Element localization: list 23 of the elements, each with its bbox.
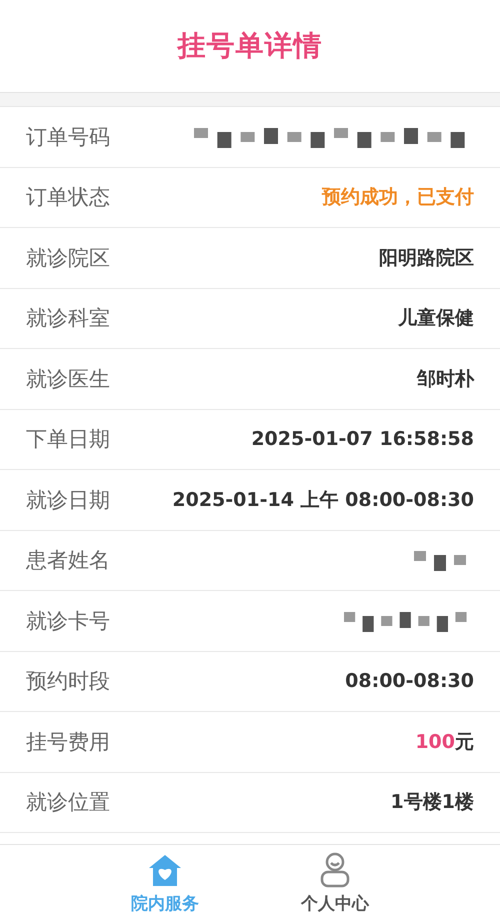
- field-label: 就诊医生: [26, 366, 110, 393]
- field-value: 2025-01-07 16:58:58: [251, 428, 474, 450]
- page-title: 挂号单详情: [178, 28, 322, 64]
- field-value: 08:00-08:30: [345, 670, 474, 692]
- fee-value: 100元: [415, 730, 474, 755]
- field-label: 就诊院区: [26, 244, 110, 272]
- field-value: 1号楼1楼: [390, 790, 474, 816]
- field-label: 预约时段: [26, 668, 110, 696]
- field-value: 邹时朴: [417, 366, 474, 392]
- status-value: 预约成功，已支付: [322, 185, 474, 210]
- field-label: 就诊科室: [26, 305, 110, 332]
- field-label: 下单日期: [26, 426, 110, 454]
- field-label: 就诊日期: [26, 486, 110, 514]
- field-value: 儿童保健: [398, 306, 474, 332]
- field-label: 就诊卡号: [26, 608, 110, 635]
- field-label: 就诊位置: [26, 789, 110, 816]
- field-label: 订单号码: [26, 124, 110, 151]
- field-label: 患者姓名: [26, 547, 110, 574]
- field-label: 订单状态: [26, 184, 110, 212]
- field-label: 挂号费用: [26, 728, 110, 756]
- field-value: 2025-01-14 上午 08:00-08:30: [172, 488, 474, 513]
- field-value: 阳明路院区: [379, 246, 474, 271]
- nav-tab[interactable]: 个人中心: [301, 845, 369, 920]
